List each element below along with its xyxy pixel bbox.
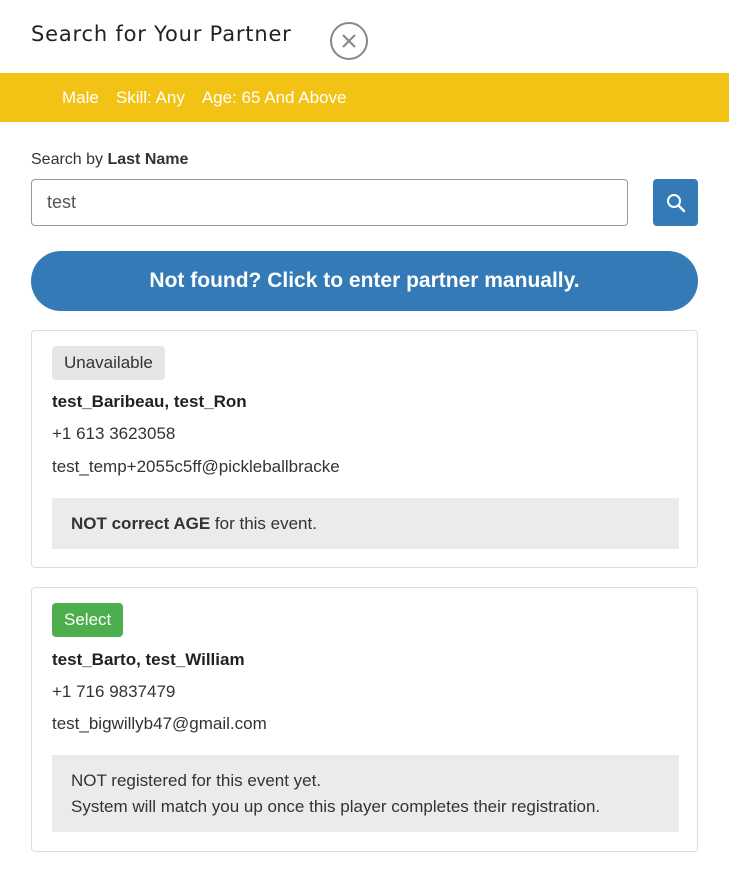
player-email: test_bigwillyb47@gmail.com: [52, 714, 267, 733]
dialog-header: Search for Your Partner: [0, 0, 729, 74]
select-button[interactable]: Select: [52, 603, 124, 637]
result-card: Select test_Barto, test_William +1 716 9…: [31, 587, 698, 852]
player-email: test_temp+2055c5ff@pickleballbracke: [52, 457, 340, 476]
status-badge-unavailable: Unavailable: [52, 346, 165, 380]
search-label-prefix: Search by: [31, 151, 108, 168]
close-button[interactable]: [330, 22, 368, 60]
note-bold: NOT correct AGE: [71, 513, 211, 533]
search-label-bold: Last Name: [107, 151, 189, 168]
search-input[interactable]: [31, 179, 628, 226]
player-name: test_Baribeau, test_Ron: [52, 392, 247, 411]
search-button[interactable]: [653, 179, 698, 226]
close-icon: [342, 34, 356, 48]
filter-skill: Skill: Any: [115, 87, 185, 107]
eligibility-note: NOT correct AGE for this event.: [52, 498, 679, 549]
note-line-1: NOT registered for this event yet.: [71, 771, 322, 790]
player-name: test_Barto, test_William: [52, 650, 245, 669]
note-rest: for this event.: [210, 513, 317, 533]
search-icon: [666, 193, 685, 212]
filter-age: Age: 65 And Above: [201, 87, 347, 107]
result-card: Unavailable test_Baribeau, test_Ron +1 6…: [31, 330, 698, 568]
dialog-title: Search for Your Partner: [31, 22, 292, 46]
enter-partner-manually-button[interactable]: Not found? Click to enter partner manual…: [31, 251, 698, 311]
search-label: Search by Last Name: [31, 151, 188, 169]
player-phone: +1 613 3623058: [52, 424, 176, 443]
note-line-2: System will match you up once this playe…: [71, 797, 601, 816]
registration-note: NOT registered for this event yet. Syste…: [52, 755, 679, 832]
filter-gender: Male: [62, 87, 99, 107]
player-phone: +1 716 9837479: [52, 682, 176, 701]
filter-bar: Male Skill: Any Age: 65 And Above: [0, 73, 729, 122]
